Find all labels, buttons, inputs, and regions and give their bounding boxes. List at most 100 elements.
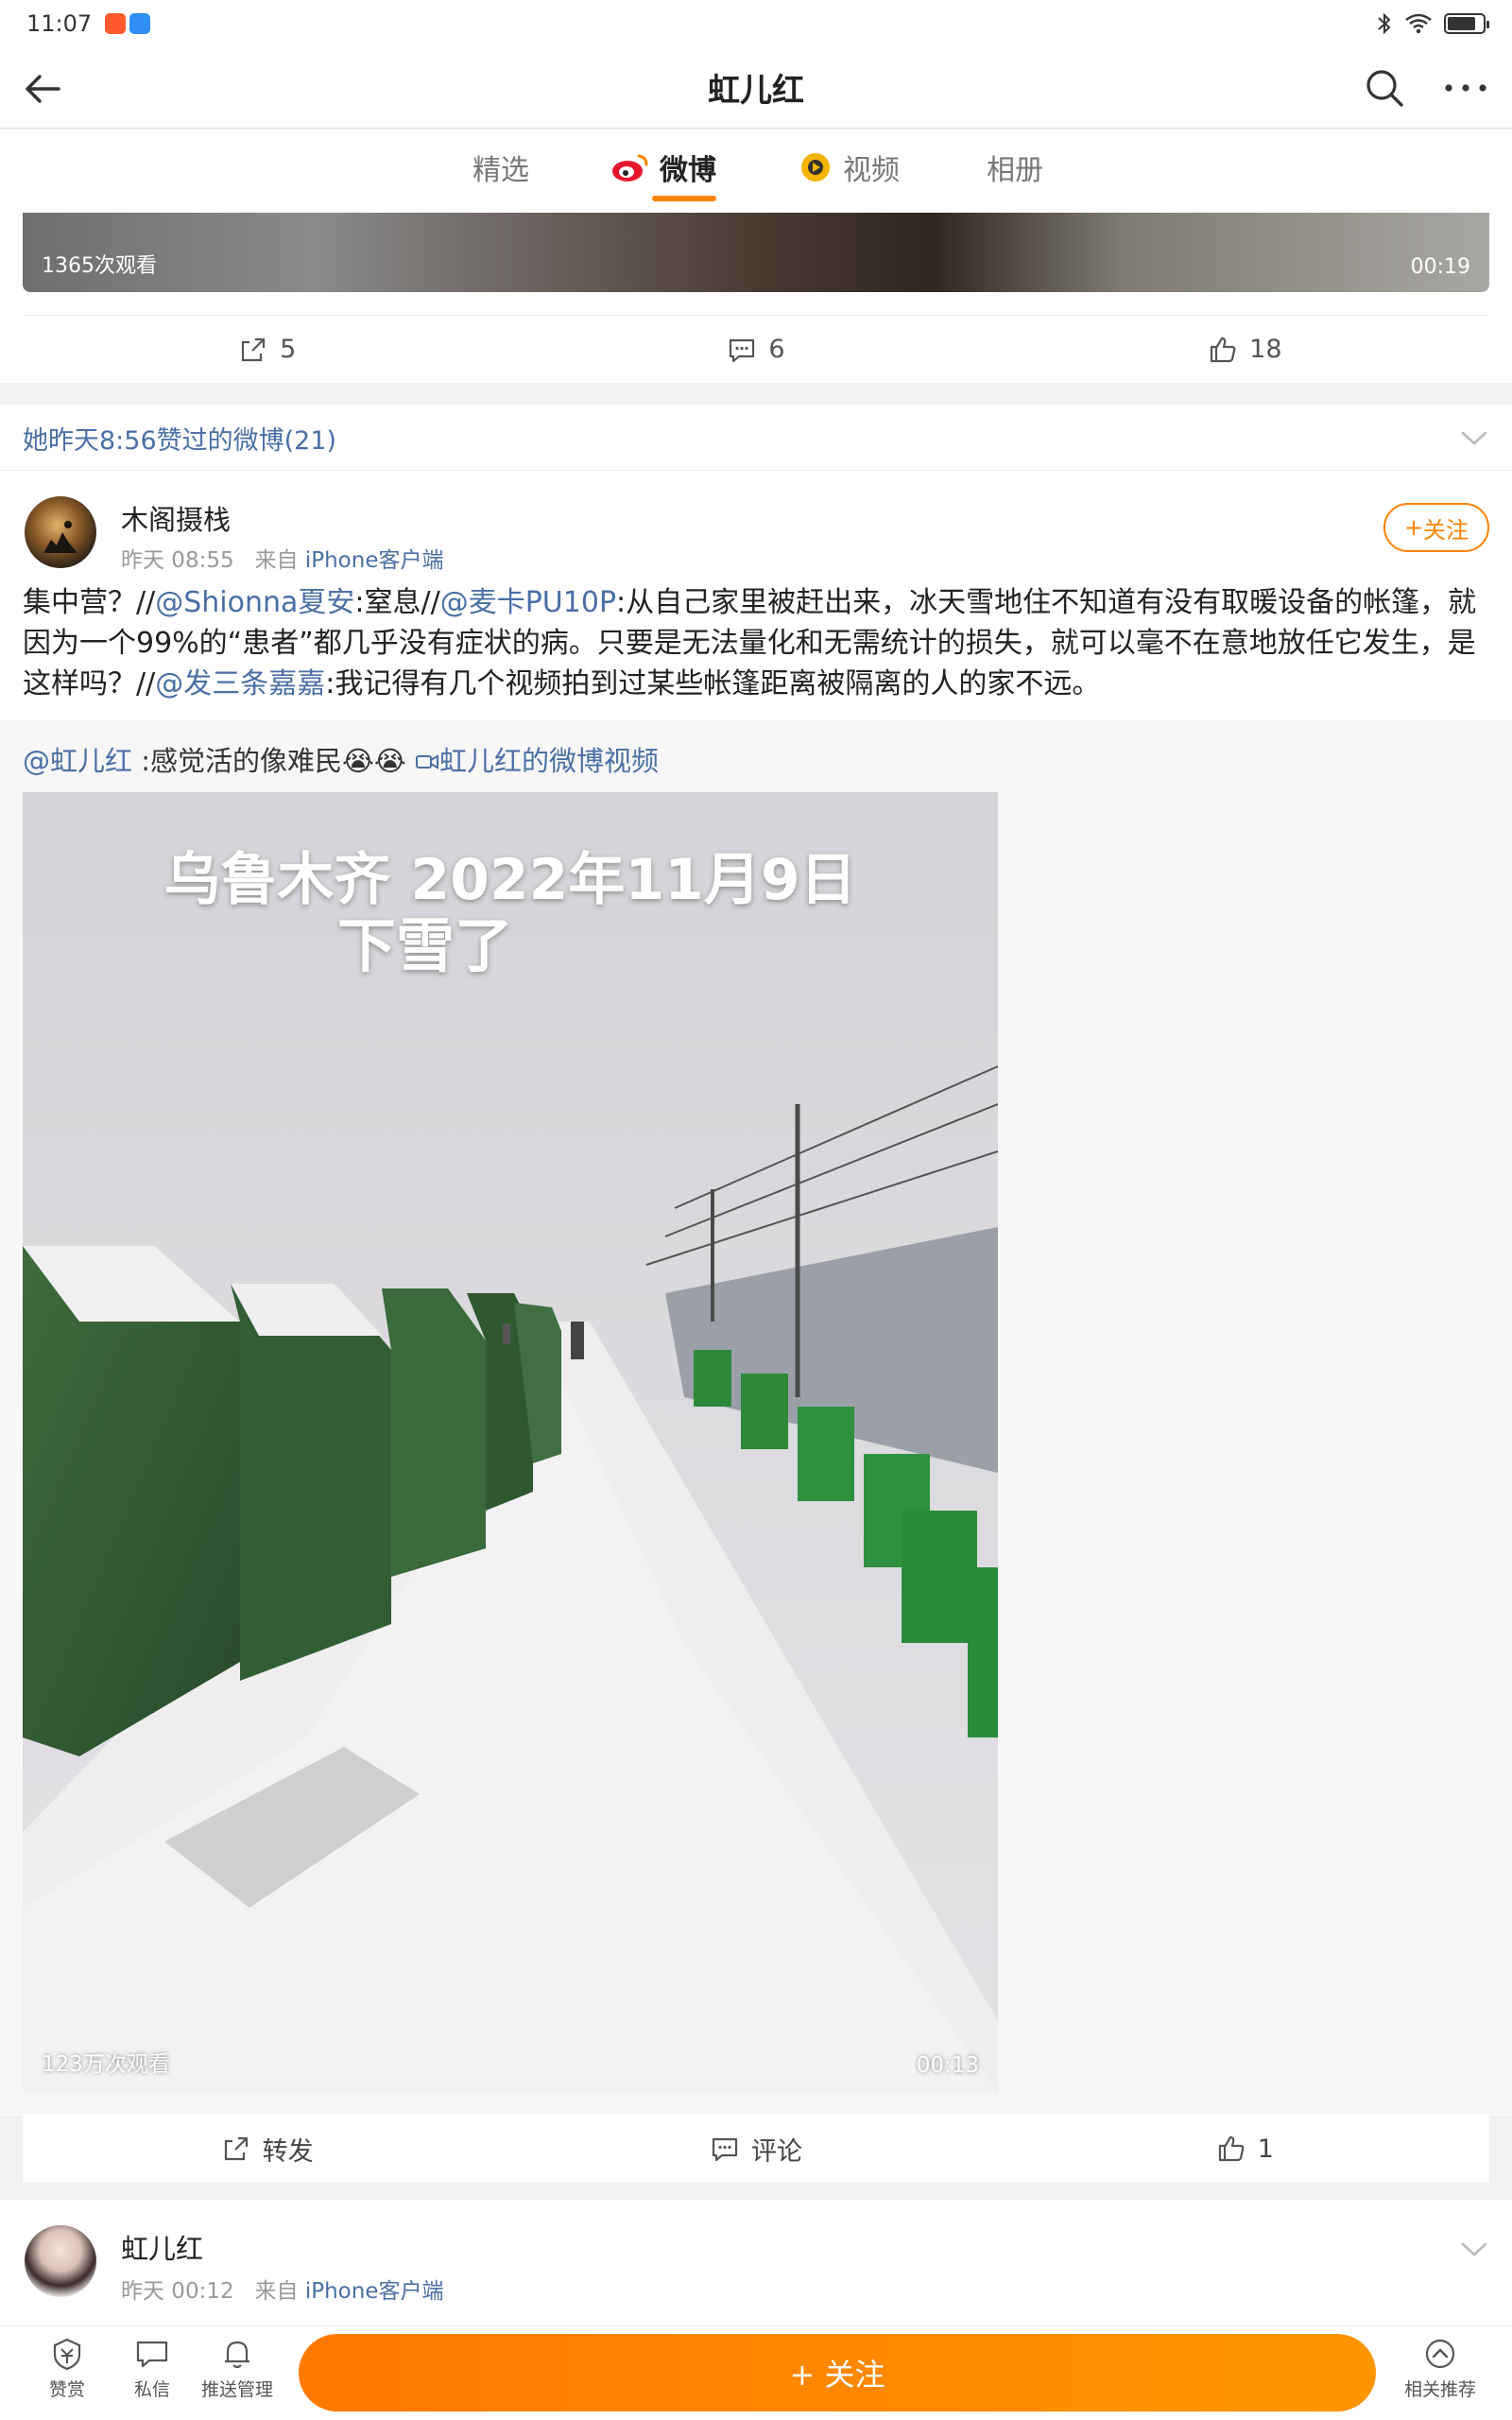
push-settings-button[interactable]: 推送管理 [195, 2336, 280, 2401]
previous-post-actions: 5 6 18 [23, 315, 1489, 383]
weibo-logo-icon [612, 154, 648, 182]
comment-button[interactable]: 6 [511, 316, 1000, 383]
video-frame [23, 792, 998, 2093]
bluetooth-icon [1378, 12, 1391, 35]
liked-posts-header[interactable]: 她昨天8:56赞过的微博(21) [0, 405, 1512, 471]
battery-icon [1444, 13, 1489, 34]
follow-label: + 关注 [789, 2357, 885, 2393]
back-arrow-icon[interactable] [21, 66, 66, 112]
previous-post: 1365次观看 00:19 5 6 18 [0, 213, 1512, 383]
message-label: 私信 [133, 2379, 170, 2400]
plus-icon: + [1403, 514, 1424, 541]
like-button[interactable]: 1 [1001, 2115, 1489, 2183]
push-settings-label: 推送管理 [200, 2379, 273, 2400]
reward-icon [53, 2338, 81, 2371]
mention-link[interactable]: @发三条嘉嘉 [155, 667, 325, 700]
title-bar: 虹儿红 [0, 47, 1512, 129]
like-count: 18 [1249, 335, 1282, 364]
next-post-source-prefix: 来自 [254, 2279, 299, 2304]
message-button[interactable]: 私信 [110, 2336, 195, 2401]
next-post-meta: 昨天 00:12 来自 iPhone客户端 [121, 2273, 443, 2305]
repost-icon [224, 2136, 248, 2161]
post-source-prefix: 来自 [254, 548, 299, 573]
tab-video[interactable]: 视频 [798, 147, 900, 188]
post-meta: 昨天 08:55 来自 iPhone客户端 [121, 542, 443, 574]
reward-label: 赞赏 [48, 2379, 85, 2400]
mention-link[interactable]: @Shionna夏安 [155, 586, 354, 619]
post-text-segment: :我记得有几个视频拍到过某些帐篷距离被隔离的人的家不远。 [325, 667, 1101, 700]
search-icon[interactable] [1363, 66, 1406, 110]
related-recommend-label: 相关推荐 [1403, 2379, 1476, 2400]
follow-button[interactable]: + 关注 [1383, 503, 1489, 552]
avatar[interactable] [25, 496, 96, 568]
repost-button[interactable]: 5 [23, 316, 511, 383]
chevron-down-icon[interactable] [1457, 2232, 1491, 2266]
avatar[interactable] [25, 2225, 96, 2297]
comment-icon [712, 2137, 738, 2162]
video-caption-line2: 下雪了 [336, 911, 513, 980]
next-post-username[interactable]: 虹儿红 [121, 2227, 203, 2267]
crying-emoji: 😭😭 [342, 745, 406, 777]
active-tab-indicator [652, 196, 716, 201]
follow-button[interactable]: + 关注 [299, 2334, 1376, 2411]
profile-tabs: 精选 微博 视频 相册 [0, 130, 1512, 213]
video-duration: 00:13 [916, 2053, 979, 2078]
like-count: 1 [1257, 2134, 1274, 2164]
video-channel-icon [801, 153, 830, 182]
follow-label: 关注 [1423, 516, 1469, 544]
tab-featured-label: 精选 [472, 154, 529, 187]
page-title: 虹儿红 [708, 72, 804, 110]
tab-album-label: 相册 [987, 154, 1043, 187]
repost-line: @虹儿红 :感觉活的像难民😭😭 虹儿红的微博视频 [23, 739, 659, 779]
repost-author-link[interactable]: @虹儿红 [23, 745, 132, 777]
comment-button[interactable]: 评论 [511, 2115, 1000, 2183]
post-username[interactable]: 木阁摄栈 [121, 498, 231, 538]
bottom-toolbar: 赞赏 私信 推送管理 + 关注 相关推荐 [0, 2325, 1512, 2420]
tab-weibo[interactable]: 微博 [610, 147, 716, 188]
post-source[interactable]: iPhone客户端 [305, 548, 444, 573]
video-link-icon [416, 754, 439, 769]
repost-text: :感觉活的像难民 [141, 745, 343, 777]
cloud-notification-icon [129, 13, 151, 34]
related-recommend-button[interactable]: 相关推荐 [1391, 2336, 1489, 2401]
video-views: 123万次观看 [42, 2052, 170, 2077]
status-time: 11:07 [26, 10, 93, 37]
like-button[interactable]: 18 [1001, 316, 1489, 383]
video-views: 1365次观看 [42, 254, 157, 278]
repost-label: 转发 [262, 2136, 314, 2167]
mention-link[interactable]: @麦卡PU10P [440, 586, 616, 619]
comment-icon [730, 338, 755, 362]
more-options-icon[interactable] [1442, 66, 1489, 110]
status-icons [1376, 12, 1489, 35]
chevron-up-circle-icon [1425, 2339, 1455, 2369]
video-duration: 00:19 [1410, 255, 1470, 279]
bell-settings-icon [225, 2341, 249, 2369]
next-post-source[interactable]: iPhone客户端 [305, 2279, 444, 2304]
weibo-notification-icon [105, 13, 127, 34]
post-actions: 转发 评论 1 [23, 2115, 1489, 2183]
comment-count: 6 [768, 335, 785, 364]
wifi-icon [1405, 13, 1432, 34]
thumbs-up-icon [1218, 2135, 1245, 2162]
video-link[interactable]: 虹儿红的微博视频 [415, 745, 659, 777]
thumbs-up-icon [1211, 337, 1236, 362]
video-link-label: 虹儿红的微博视频 [439, 745, 660, 777]
tab-video-label: 视频 [843, 154, 900, 187]
reposted-content[interactable]: @虹儿红 :感觉活的像难民😭😭 虹儿红的微博视频 乌鲁木齐 2022年11月9日… [0, 720, 1512, 2115]
post-text: 集中营？//@Shionna夏安:窒息//@麦卡PU10P:从自己家里被赶出来，… [23, 582, 1489, 704]
message-icon [136, 2341, 168, 2368]
tab-album[interactable]: 相册 [987, 147, 1043, 188]
video-player[interactable]: 乌鲁木齐 2022年11月9日 下雪了 123万次观看 00:13 [23, 792, 998, 2093]
status-bar: 11:07 [0, 0, 1512, 47]
chevron-down-icon[interactable] [1457, 421, 1491, 455]
liked-posts-label: 她昨天8:56赞过的微博(21) [23, 426, 337, 456]
repost-button[interactable]: 转发 [23, 2115, 511, 2183]
repost-count: 5 [280, 335, 297, 364]
post-text-segment: :窒息// [354, 586, 440, 619]
post-text-segment: 集中营？// [23, 586, 156, 619]
previous-post-video[interactable]: 1365次观看 00:19 [23, 213, 1489, 292]
reward-button[interactable]: 赞赏 [25, 2336, 110, 2401]
next-post-time: 昨天 00:12 [121, 2279, 234, 2304]
tab-featured[interactable]: 精选 [472, 147, 529, 188]
repost-icon [241, 337, 266, 361]
